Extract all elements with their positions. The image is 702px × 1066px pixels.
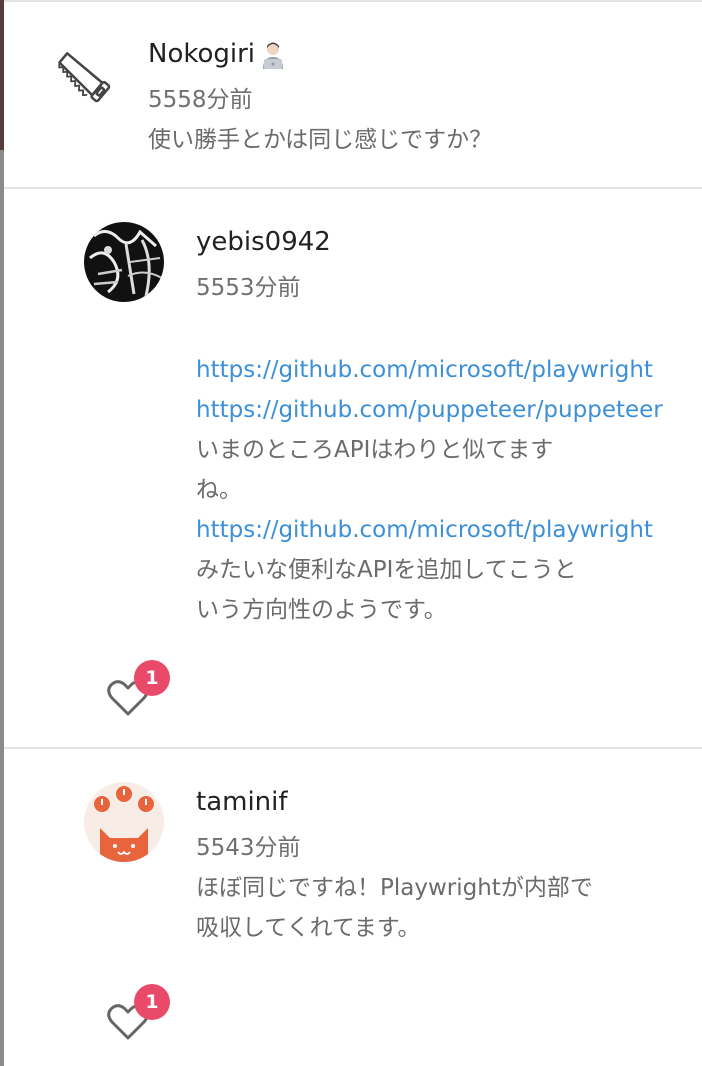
text-line: みたいな便利なAPIを追加してこうと (196, 557, 577, 583)
comment-yebis0942: yebis0942 5553分前 https://github.com/micr… (4, 188, 702, 748)
comment-nokogiri: Nokogiri 5558分前 使い勝手とかは同じ感じですか？ (4, 0, 702, 188)
text-line: ほぼ同じですね！Playwrightが内部で (196, 875, 593, 901)
comment-text: https://github.com/microsoft/playwright … (196, 350, 702, 630)
text-line: ね。 (196, 477, 242, 503)
username[interactable]: yebis0942 (196, 224, 702, 260)
comment-header: Nokogiri (148, 36, 492, 72)
timestamp: 5543分前 (196, 835, 301, 861)
calligraphy-avatar[interactable] (84, 222, 164, 302)
text-line: いまのところAPIはわりと似てます (196, 437, 554, 463)
link-playwright[interactable]: https://github.com/microsoft/playwright (196, 350, 702, 390)
username[interactable]: Nokogiri (148, 36, 255, 72)
comment-text: 使い勝手とかは同じ感じですか？ (148, 127, 493, 153)
like-button[interactable]: 1 (106, 984, 170, 1048)
technologist-emoji-icon (258, 39, 288, 69)
text-line: 吸収してくれてます。 (196, 915, 421, 941)
like-count-badge: 1 (134, 984, 170, 1020)
comment-text: ほぼ同じですね！Playwrightが内部で 吸収してくれてます。 (196, 868, 702, 948)
cat-avatar[interactable] (84, 782, 164, 862)
username[interactable]: taminif (196, 784, 702, 820)
link-playwright[interactable]: https://github.com/microsoft/playwright (196, 510, 702, 550)
like-button[interactable]: 1 (106, 660, 170, 724)
comment-taminif: taminif 5543分前 ほぼ同じですね！Playwrightが内部で 吸収… (4, 748, 702, 1066)
link-puppeteer[interactable]: https://github.com/puppeteer/puppeteer (196, 390, 702, 430)
text-line: いう方向性のようです。 (196, 597, 447, 623)
saw-icon (44, 40, 114, 110)
timestamp: 5553分前 (196, 275, 301, 301)
timestamp: 5558分前 (148, 87, 253, 113)
like-count-badge: 1 (134, 660, 170, 696)
